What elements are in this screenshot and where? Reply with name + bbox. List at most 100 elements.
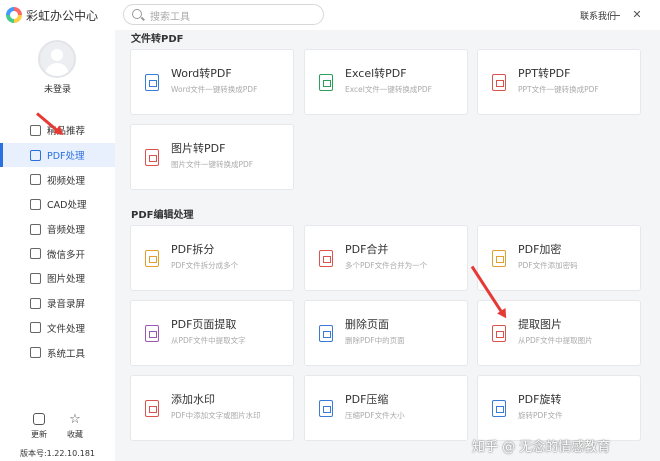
star-icon: ☆ — [69, 412, 81, 427]
sidebar-item-label: 微信多开 — [47, 249, 86, 261]
update-label: 更新 — [31, 430, 47, 439]
card-title: 提取图片 — [518, 318, 562, 331]
sidebar-item-audio[interactable]: 音频处理 — [0, 217, 115, 242]
sidebar-item-label: 文件处理 — [47, 323, 86, 335]
sidebar-item-pdf[interactable]: PDF处理 — [0, 142, 115, 168]
card-pdf-compress[interactable]: PDF压缩 压缩PDF文件大小 — [304, 375, 468, 441]
card-pdf-merge[interactable]: PDF合并 多个PDF文件合并为一个 — [304, 225, 468, 291]
minimize-icon — [610, 15, 620, 16]
card-desc: PDF中添加文字或图片水印 — [171, 411, 261, 420]
card-image-to-pdf[interactable]: 图片转PDF 图片文件一键转换成PDF — [130, 124, 294, 190]
card-delete-page[interactable]: 删除页面 删除PDF中的页面 — [304, 300, 468, 366]
lock-icon — [492, 250, 506, 267]
sidebar-item-label: 视频处理 — [47, 175, 86, 187]
sidebar-item-record[interactable]: 录音录屏 — [0, 291, 115, 316]
word-file-icon — [145, 74, 159, 91]
update-button[interactable]: 更新 — [24, 413, 54, 440]
card-add-watermark[interactable]: 添加水印 PDF中添加文字或图片水印 — [130, 375, 294, 441]
card-title: 图片转PDF — [171, 142, 226, 155]
image-file-icon — [145, 149, 159, 166]
close-button[interactable]: ✕ — [630, 8, 644, 22]
avatar[interactable] — [38, 40, 76, 78]
card-title: PDF页面提取 — [171, 318, 237, 331]
card-ppt-to-pdf[interactable]: PPT转PDF PPT文件一键转换成PDF — [477, 49, 641, 115]
card-excel-to-pdf[interactable]: Excel转PDF Excel文件一键转换成PDF — [304, 49, 468, 115]
card-desc: 从PDF文件中提取图片 — [518, 336, 593, 345]
title-bar: 彩虹办公中心 搜索工具 联系我们 ✕ — [0, 0, 660, 30]
card-title: Word转PDF — [171, 67, 232, 80]
card-pdf-split[interactable]: PDF拆分 PDF文件拆分成多个 — [130, 225, 294, 291]
card-title: PDF加密 — [518, 243, 562, 256]
sidebar-nav: 精品推荐 PDF处理 视频处理 CAD处理 音频处理 微信多开 图片处理 录音录… — [0, 118, 115, 365]
page-extract-icon — [145, 325, 159, 342]
delete-page-icon — [319, 325, 333, 342]
video-icon — [30, 174, 41, 186]
search-box[interactable]: 搜索工具 — [123, 4, 324, 25]
app-title: 彩虹办公中心 — [26, 9, 99, 23]
sidebar-item-cad[interactable]: CAD处理 — [0, 192, 115, 217]
card-desc: PDF文件添加密码 — [518, 261, 578, 270]
section-title-pdf-edit: PDF编辑处理 — [131, 210, 194, 221]
card-desc: 旋转PDF文件 — [518, 411, 563, 420]
sidebar-item-image[interactable]: 图片处理 — [0, 266, 115, 291]
sidebar-item-label: 音频处理 — [47, 225, 86, 237]
section-title-to-pdf: 文件转PDF — [131, 34, 184, 45]
card-title: 删除页面 — [345, 318, 389, 331]
card-pdf-rotate[interactable]: PDF旋转 旋转PDF文件 — [477, 375, 641, 441]
card-title: Excel转PDF — [345, 67, 407, 80]
wechat-icon — [30, 248, 41, 260]
card-title: PDF压缩 — [345, 393, 389, 406]
card-desc: PPT文件一键转换成PDF — [518, 85, 599, 94]
card-desc: 删除PDF中的页面 — [345, 336, 405, 345]
sidebar-item-label: PDF处理 — [47, 151, 85, 163]
sidebar: 未登录 精品推荐 PDF处理 视频处理 CAD处理 音频处理 微信多开 图片处理… — [0, 30, 115, 461]
card-pdf-encrypt[interactable]: PDF加密 PDF文件添加密码 — [477, 225, 641, 291]
sidebar-item-label: 图片处理 — [47, 274, 86, 286]
music-icon — [30, 223, 41, 235]
ppt-file-icon — [492, 74, 506, 91]
favorite-button[interactable]: ☆ 收藏 — [60, 413, 90, 440]
card-desc: 多个PDF文件合并为一个 — [345, 261, 428, 270]
user-body-icon — [45, 63, 69, 76]
compress-icon — [319, 400, 333, 417]
extract-image-icon — [492, 325, 506, 342]
rotate-icon — [492, 400, 506, 417]
update-icon — [33, 413, 45, 425]
sidebar-item-video[interactable]: 视频处理 — [0, 167, 115, 192]
sidebar-item-file[interactable]: 文件处理 — [0, 316, 115, 341]
watermark-icon — [145, 400, 159, 417]
thumbs-up-icon — [30, 124, 41, 136]
login-status[interactable]: 未登录 — [0, 82, 115, 95]
card-title: PPT转PDF — [518, 67, 571, 80]
card-word-to-pdf[interactable]: Word转PDF Word文件一键转换成PDF — [130, 49, 294, 115]
sidebar-item-label: 录音录屏 — [47, 299, 86, 311]
card-pdf-page-extract[interactable]: PDF页面提取 从PDF文件中提取文字 — [130, 300, 294, 366]
excel-file-icon — [319, 74, 333, 91]
favorite-label: 收藏 — [67, 430, 83, 439]
card-title: PDF合并 — [345, 243, 389, 256]
card-desc: 压缩PDF文件大小 — [345, 411, 405, 420]
card-title: PDF拆分 — [171, 243, 215, 256]
record-icon — [30, 297, 41, 309]
minimize-button[interactable] — [608, 8, 622, 22]
merge-icon — [319, 250, 333, 267]
sidebar-item-label: 系统工具 — [47, 348, 86, 360]
image-icon — [30, 272, 41, 284]
cad-icon — [30, 198, 41, 210]
search-icon — [132, 9, 142, 19]
sidebar-item-system[interactable]: 系统工具 — [0, 340, 115, 365]
folder-icon — [30, 322, 41, 334]
sidebar-item-wechat[interactable]: 微信多开 — [0, 241, 115, 266]
sidebar-item-label: CAD处理 — [47, 200, 87, 212]
version-label: 版本号:1.22.10.181 — [19, 449, 96, 458]
user-head-icon — [51, 49, 63, 61]
card-desc: 从PDF文件中提取文字 — [171, 336, 246, 345]
card-desc: 图片文件一键转换成PDF — [171, 160, 254, 169]
search-input[interactable]: 搜索工具 — [150, 8, 190, 23]
rainbow-logo-icon — [6, 7, 22, 23]
split-icon — [145, 250, 159, 267]
pdf-icon — [30, 149, 41, 161]
source-watermark: 知乎 @ 无念的情感教育 — [472, 440, 611, 455]
card-desc: PDF文件拆分成多个 — [171, 261, 239, 270]
toolbox-icon — [30, 347, 41, 359]
